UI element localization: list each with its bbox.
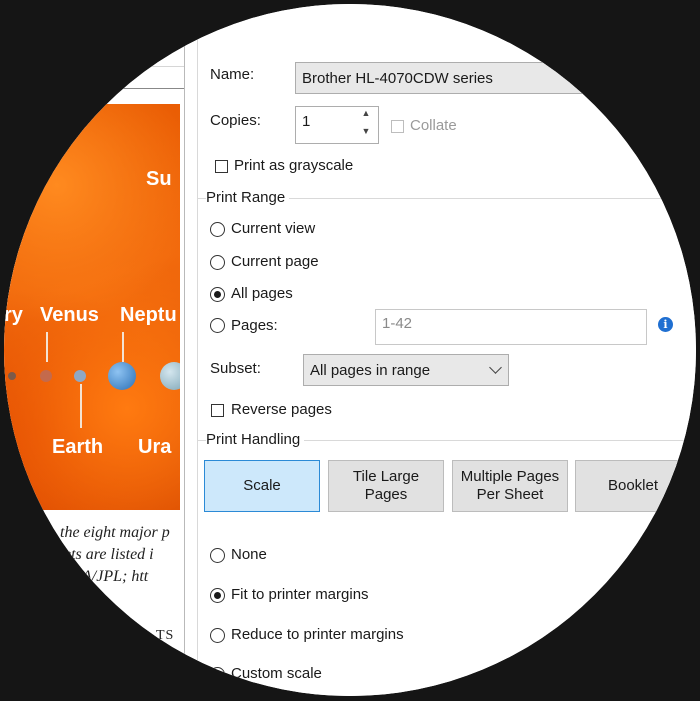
tab-multiple-pages[interactable]: Multiple Pages Per Sheet bbox=[452, 460, 568, 512]
current-page-radio[interactable] bbox=[210, 255, 225, 270]
venus-planet bbox=[40, 370, 52, 382]
print-range-title: Print Range bbox=[206, 189, 290, 206]
scale-none-radio[interactable] bbox=[210, 548, 225, 563]
all-pages-radio[interactable] bbox=[210, 287, 225, 302]
uranus-label: Ura bbox=[138, 436, 172, 458]
tab-booklet[interactable]: Booklet bbox=[575, 460, 691, 512]
info-icon[interactable]: i bbox=[658, 317, 673, 332]
printer-name-select[interactable]: Brother HL-4070CDW series bbox=[295, 62, 696, 94]
fit-margins-radio[interactable] bbox=[210, 588, 225, 603]
subset-value: All pages in range bbox=[310, 361, 431, 379]
reverse-pages-label: Reverse pages bbox=[231, 401, 332, 418]
print-handling-title: Print Handling bbox=[206, 431, 305, 448]
venus-label: Venus bbox=[40, 304, 99, 326]
pages-label: Pages: bbox=[231, 317, 278, 334]
label-pointer bbox=[46, 332, 48, 362]
section-border bbox=[197, 440, 198, 696]
collate-checkbox[interactable] bbox=[391, 120, 404, 133]
grayscale-checkbox[interactable] bbox=[215, 160, 228, 173]
reduce-margins-radio[interactable] bbox=[210, 628, 225, 643]
preview-divider bbox=[4, 88, 184, 89]
caption-line: ets are listed i bbox=[64, 546, 154, 563]
neptune-planet bbox=[108, 362, 136, 390]
preview-divider bbox=[4, 66, 184, 67]
mercury-planet bbox=[8, 372, 16, 380]
custom-scale-label: Custom scale bbox=[231, 665, 322, 682]
tab-multiple-label: Multiple Pages Per Sheet bbox=[460, 468, 560, 503]
label-pointer bbox=[122, 332, 124, 362]
collate-label: Collate bbox=[410, 117, 457, 134]
tab-booklet-label: Booklet bbox=[607, 477, 659, 494]
section-border bbox=[197, 198, 198, 434]
grayscale-label: Print as grayscale bbox=[234, 157, 354, 174]
spin-down-icon[interactable]: ▼ bbox=[357, 126, 375, 136]
tab-scale-label: Scale bbox=[243, 477, 281, 494]
document-preview: Su ry Venus Neptu s Earth Ura the eight … bbox=[4, 4, 185, 696]
subset-label: Subset: bbox=[210, 360, 261, 377]
pages-input[interactable]: 1-42 bbox=[375, 309, 647, 345]
solar-system-image: Su ry Venus Neptu s Earth Ura bbox=[4, 104, 180, 510]
current-view-label: Current view bbox=[231, 220, 316, 237]
printer-name-value: Brother HL-4070CDW series bbox=[302, 69, 493, 87]
print-dialog-panel: Name: Brother HL-4070CDW series Copies: … bbox=[185, 4, 696, 696]
sun-label: Su bbox=[146, 168, 172, 190]
all-pages-label: All pages bbox=[231, 285, 293, 302]
copies-value: 1 bbox=[302, 113, 311, 130]
earth-planet bbox=[74, 370, 86, 382]
preview-footer-text: TS bbox=[156, 628, 175, 643]
reduce-margins-label: Reduce to printer margins bbox=[231, 626, 404, 643]
tab-tile-label: Tile Large Pages bbox=[352, 468, 420, 503]
reverse-pages-checkbox[interactable] bbox=[211, 404, 224, 417]
current-view-radio[interactable] bbox=[210, 222, 225, 237]
caption-line: SA/JPL; htt bbox=[74, 568, 149, 585]
caption-line: the eight major p bbox=[60, 524, 170, 541]
current-page-label: Current page bbox=[231, 253, 319, 270]
tab-tile-large-pages[interactable]: Tile Large Pages bbox=[328, 460, 444, 512]
scale-none-label: None bbox=[231, 546, 267, 563]
spin-up-icon[interactable]: ▲ bbox=[357, 108, 375, 118]
earth-label: Earth bbox=[52, 436, 104, 458]
subset-select[interactable]: All pages in range bbox=[303, 354, 509, 386]
mars-label: s bbox=[4, 436, 16, 458]
tab-scale[interactable]: Scale bbox=[204, 460, 320, 512]
fit-margins-label: Fit to printer margins bbox=[231, 586, 369, 603]
copies-label: Copies: bbox=[210, 112, 261, 129]
neptune-label: Neptu bbox=[120, 304, 177, 326]
uranus-planet bbox=[160, 362, 180, 390]
magnifier-lens: Su ry Venus Neptu s Earth Ura the eight … bbox=[4, 4, 696, 696]
label-pointer bbox=[80, 384, 82, 428]
printer-name-label: Name: bbox=[210, 66, 255, 83]
pages-input-value: 1-42 bbox=[382, 315, 413, 332]
mercury-label: ry bbox=[4, 304, 23, 326]
pages-radio[interactable] bbox=[210, 318, 225, 333]
custom-scale-radio[interactable] bbox=[210, 667, 225, 682]
